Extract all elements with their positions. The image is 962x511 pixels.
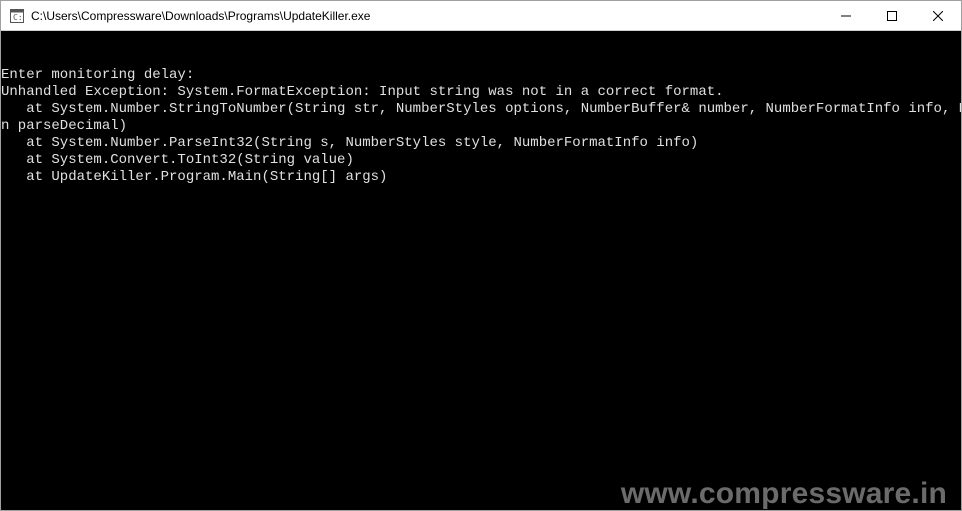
console-line: at System.Number.StringToNumber(String s… — [1, 101, 961, 118]
svg-text:C:: C: — [13, 13, 23, 22]
console-line: at UpdateKiller.Program.Main(String[] ar… — [1, 169, 961, 186]
console-line: Enter monitoring delay: — [1, 67, 961, 84]
console-line: Unhandled Exception: System.FormatExcept… — [1, 84, 961, 101]
console-window: C: C:\Users\Compressware\Downloads\Progr… — [0, 0, 962, 511]
app-icon: C: — [9, 8, 25, 24]
console-line: at System.Convert.ToInt32(String value) — [1, 152, 961, 169]
console-line: at System.Number.ParseInt32(String s, Nu… — [1, 135, 961, 152]
console-line: n parseDecimal) — [1, 118, 961, 135]
minimize-button[interactable] — [823, 1, 869, 30]
titlebar[interactable]: C: C:\Users\Compressware\Downloads\Progr… — [1, 1, 961, 31]
window-title: C:\Users\Compressware\Downloads\Programs… — [31, 9, 823, 23]
close-button[interactable] — [915, 1, 961, 30]
console-output: Enter monitoring delay:Unhandled Excepti… — [1, 31, 961, 510]
watermark-text: www.compressware.in — [621, 485, 947, 502]
window-controls — [823, 1, 961, 30]
maximize-button[interactable] — [869, 1, 915, 30]
